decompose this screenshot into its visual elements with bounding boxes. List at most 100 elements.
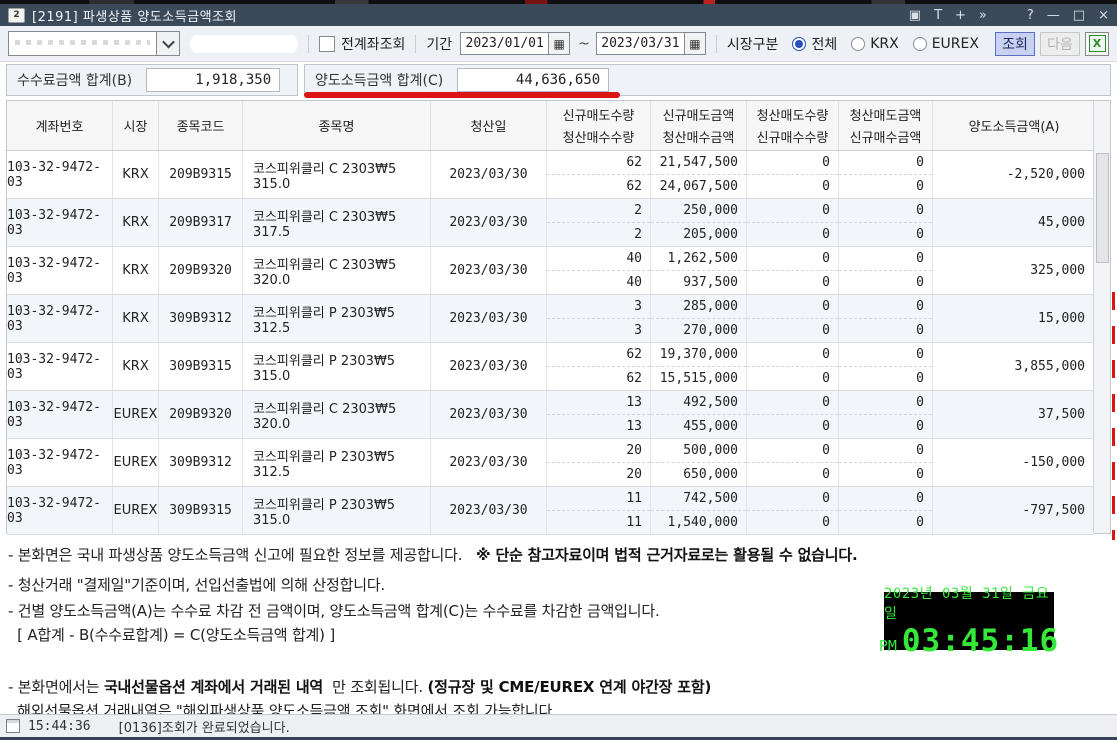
cell-liq-buy-qty: 20	[626, 467, 642, 482]
clock-date: 2023년 03월 31일 금요일	[884, 586, 1050, 622]
excel-export-button[interactable]: X	[1085, 31, 1109, 56]
cell-qty-1: 2 2	[547, 199, 651, 246]
cell-liq-buy-amt: 24,067,500	[659, 179, 738, 194]
combobox-arrow[interactable]	[156, 32, 179, 55]
cell-new-buy-qty: 0	[822, 371, 830, 386]
maximize-button[interactable]: □	[1073, 9, 1085, 22]
close-button[interactable]: ×	[1098, 9, 1109, 22]
text-tool-button[interactable]: T	[934, 9, 942, 22]
cell-liq-sell-amt: 0	[839, 439, 932, 463]
table-row[interactable]: 103-32-9472-03 KRX 309B9315 코스피위클리 P 230…	[7, 343, 1094, 391]
cell-new-buy-amt: 0	[916, 323, 924, 338]
cell-liq-sell-amt: 0	[839, 199, 932, 223]
radio-market-eurex[interactable]: EUREX	[912, 36, 979, 52]
cell-new-buy-amt: 0	[916, 419, 924, 434]
all-accounts-checkbox[interactable]	[319, 35, 335, 52]
clock-widget: 2023년 03월 31일 금요일 PM 03:45:16	[879, 586, 1058, 659]
cell-liq-buy-amt: 937,500	[683, 275, 738, 290]
cell-new-buy-amt: 0	[916, 371, 924, 386]
cell-gain: 15,000	[1038, 311, 1085, 326]
cell-new-sell-amt: 19,370,000	[651, 343, 746, 367]
table-row[interactable]: 103-32-9472-03 KRX 309B9312 코스피위클리 P 230…	[7, 295, 1094, 343]
more-tools-button[interactable]: »	[979, 9, 987, 22]
clock-time: 03:45:16	[901, 623, 1060, 659]
help-button[interactable]: ?	[1027, 9, 1034, 22]
cell-name: 코스피위클리 C 2303₩5 320.0	[243, 391, 431, 438]
calendar-icon[interactable]: ▦	[683, 33, 705, 54]
table-row[interactable]: 103-32-9472-03 EUREX 309B9315 코스피위클리 P 2…	[7, 487, 1094, 535]
gain-total-value: 44,636,650	[457, 68, 610, 92]
cell-new-buy-amt: 0	[916, 179, 924, 194]
cell-liq-buy-qty: 40	[626, 275, 642, 290]
excel-icon: X	[1088, 35, 1106, 52]
cell-qty-2: 0 0	[747, 391, 839, 438]
vertical-scrollbar[interactable]	[1093, 101, 1110, 533]
cell-amt-1: 1,262,500 937,500	[651, 247, 747, 294]
cell-amt-2: 0 0	[839, 247, 933, 294]
masked-account-number	[15, 40, 150, 45]
account-combobox[interactable]	[8, 31, 180, 56]
cell-amt-2: 0 0	[839, 151, 933, 198]
cell-new-sell-qty: 20	[547, 439, 650, 463]
table-row[interactable]: 103-32-9472-03 KRX 209B9317 코스피위클리 C 230…	[7, 199, 1094, 247]
fee-total-group: 수수료금액 합계(B) 1,918,350	[6, 64, 298, 96]
radio-market-krx[interactable]: KRX	[851, 36, 899, 52]
col-header-new-sell-amt: 신규매도금액 청산매수금액	[651, 101, 747, 150]
chevron-down-icon	[161, 35, 175, 49]
cell-new-sell-qty: 13	[547, 391, 650, 415]
col-header-account: 계좌번호	[7, 101, 113, 150]
add-tab-button[interactable]: +	[955, 9, 966, 22]
cell-liq-sell-amt: 0	[839, 391, 932, 415]
cell-new-sell-qty: 62	[547, 343, 650, 367]
radio-label: KRX	[870, 35, 899, 52]
table-row[interactable]: 103-32-9472-03 EUREX 209B9320 코스피위클리 C 2…	[7, 391, 1094, 439]
minimize-button[interactable]: —	[1047, 9, 1060, 22]
radio-market-all[interactable]: 전체	[792, 34, 837, 54]
date-to-value[interactable]: 2023/03/31	[597, 33, 684, 54]
cell-code: 209B9317	[159, 199, 243, 246]
cell-liq-sell-amt: 0	[839, 295, 932, 319]
gain-total-label: 양도소득금액 합계(C)	[315, 73, 444, 89]
cascade-windows-button[interactable]: ▣	[909, 9, 921, 22]
date-from-value[interactable]: 2023/01/01	[461, 33, 548, 54]
header-top-label: 신규매도수량	[562, 109, 635, 124]
cell-name: 코스피위클리 C 2303₩5 315.0	[243, 151, 431, 198]
cell-gain: 3,855,000	[1014, 359, 1085, 374]
cell-settle-date: 2023/03/30	[431, 151, 547, 198]
period-label: 기간	[426, 36, 453, 53]
col-header-market: 시장	[113, 101, 159, 150]
cell-new-sell-qty: 62	[547, 151, 650, 175]
cell-new-buy-qty: 0	[822, 275, 830, 290]
cell-liq-buy-qty: 11	[626, 515, 642, 530]
separator	[308, 34, 309, 53]
radio-icon	[851, 36, 866, 51]
col-header-code: 종목코드	[159, 101, 243, 150]
cell-account: 103-32-9472-03	[7, 343, 113, 390]
query-button[interactable]: 조회	[995, 31, 1035, 56]
scrollbar-thumb[interactable]	[1096, 153, 1109, 263]
date-range-tilde: ~	[578, 35, 590, 52]
cell-market: KRX	[113, 295, 159, 342]
cell-gain: 37,500	[1038, 407, 1085, 422]
note-line: - 본화면에서는 국내선물옵션 계좌에서 거래된 내역 만 조회됩니다. (정규…	[8, 678, 712, 696]
table-row[interactable]: 103-32-9472-03 EUREX 309B9312 코스피위클리 P 2…	[7, 439, 1094, 487]
cell-code: 209B9320	[159, 391, 243, 438]
cell-new-sell-amt: 1,262,500	[651, 247, 746, 271]
cell-settle-date: 2023/03/30	[431, 439, 547, 486]
date-from-input[interactable]: 2023/01/01 ▦	[460, 32, 571, 55]
table-row[interactable]: 103-32-9472-03 KRX 209B9315 코스피위클리 C 230…	[7, 151, 1094, 199]
date-to-input[interactable]: 2023/03/31 ▦	[595, 32, 706, 55]
header-bottom-label: 신규매수수량	[756, 131, 829, 146]
cell-amt-1: 742,500 1,540,000	[651, 487, 747, 534]
cell-settle-date: 2023/03/30	[431, 199, 547, 246]
red-annotation-underline	[304, 92, 620, 98]
radio-label: 전체	[811, 36, 838, 53]
calendar-icon[interactable]: ▦	[548, 33, 570, 54]
cell-qty-2: 0 0	[747, 199, 839, 246]
cell-account: 103-32-9472-03	[7, 247, 113, 294]
cell-liq-buy-amt: 270,000	[683, 323, 738, 338]
cell-market: KRX	[113, 247, 159, 294]
cell-name: 코스피위클리 C 2303₩5 320.0	[243, 247, 431, 294]
next-button[interactable]: 다음	[1040, 31, 1080, 56]
table-row[interactable]: 103-32-9472-03 KRX 209B9320 코스피위클리 C 230…	[7, 247, 1094, 295]
